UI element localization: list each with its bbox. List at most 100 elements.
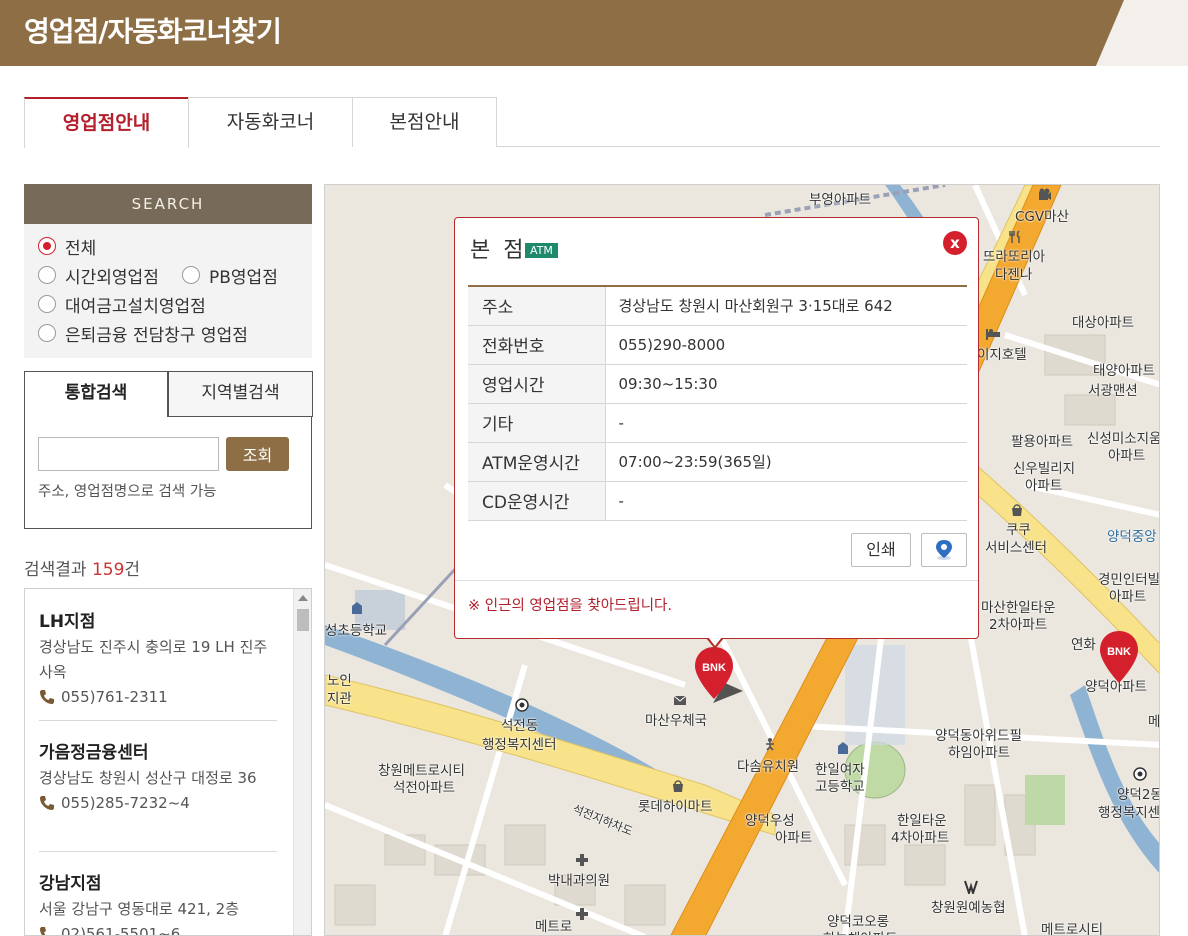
bnk-branch-marker[interactable]: BNK [1100,631,1140,687]
list-item[interactable]: 가음정금융센터 경상남도 창원시 성산구 대정로 36 055)285-7232… [39,738,277,812]
close-button[interactable]: x [943,231,967,255]
search-input[interactable] [38,437,219,471]
print-button[interactable]: 인쇄 [851,533,911,567]
phone-icon [40,927,50,935]
map-label: 뜨라또리아 [983,249,1046,265]
shop-icon [673,780,683,792]
map-label: 고등학교 [815,779,865,795]
page-header: 영업점/자동화코너찾기 [0,0,1188,66]
map-label: 마산우체국 [645,713,708,729]
branch-phone: 02)561-5501~6 [39,925,277,936]
tab-head-office[interactable]: 본점안내 [352,97,497,147]
restaurant-icon [1009,230,1020,243]
map-label: 아파트 [775,830,813,846]
filter-all[interactable]: 전체 [38,234,97,259]
tab-branch-info[interactable]: 영업점안내 [24,97,189,148]
map-label: 2차아파트 [989,617,1048,633]
map-label: 하늘채아파트 [823,927,898,935]
info-value: 07:00~23:59(365일) [605,442,967,482]
phone-icon [40,690,54,704]
map-label: 성초등학교 [325,623,388,639]
result-list-scrollbar[interactable] [293,589,311,935]
branch-phone-number: 02)561-5501~6 [61,925,181,936]
map-label: 대상아파트 [1072,315,1135,331]
post-office-icon [673,695,687,705]
result-count-number: 159 [91,560,125,580]
info-key: ATM운영시간 [468,442,606,482]
hospital-icon [576,854,588,866]
branch-info-table: 주소 경상남도 창원시 마산회원구 3·15대로 642 전화번호 055)29… [468,285,967,521]
map-label: 양덕중앙 [1107,529,1157,545]
map-label: 아파트 [1108,448,1146,464]
branch-name[interactable]: 가음정금융센터 [39,738,277,763]
map-label: 다솜유치원 [737,759,800,775]
table-row: 영업시간 09:30~15:30 [468,364,967,404]
popup-title: 본 점 [470,238,527,263]
radio-all[interactable] [38,237,56,255]
radio-safe-deposit[interactable] [38,295,56,313]
map-label: 메트로시티 [1041,922,1104,936]
filter-safe-deposit[interactable]: 대여금고설치영업점 [38,292,206,317]
filter-all-label: 전체 [65,238,97,259]
tab-atm-corner[interactable]: 자동화코너 [188,97,353,147]
map-label: 행정복지센터 [482,737,557,753]
map-label: 박내과의원 [548,873,611,889]
radio-pb[interactable] [182,266,200,284]
list-item[interactable]: 강남지점 서울 강남구 영동대로 421, 2층 02)561-5501~6 [39,869,277,936]
popup-pointer-inner [708,637,722,646]
map-label: 노인 [327,673,352,689]
bank-icon [964,880,978,894]
map-label: 양덕2동 [1117,787,1160,803]
tab-integrated-search[interactable]: 통합검색 [24,371,168,417]
map-label: 쿠쿠 [1006,522,1031,538]
branch-type-filter: 전체 시간외영업점 PB영업점 대여금고설치영업점 은퇴금융 전담창구 영업점 [24,224,312,358]
popup-divider [455,580,978,581]
map-label: 하임아파트 [948,745,1011,761]
table-row: 주소 경상남도 창원시 마산회원구 3·15대로 642 [468,286,967,326]
info-key: 전화번호 [468,325,606,365]
search-box: 통합검색 지역별검색 조회 주소, 영업점명으로 검색 가능 [24,371,313,529]
map-label: 지관 [327,691,352,707]
branch-phone: 055)761-2311 [39,688,277,706]
result-count: 검색결과 159건 [24,555,140,580]
info-value: - [605,481,967,521]
bnk-branch-marker[interactable]: BNK [695,647,755,705]
table-row: 전화번호 055)290-8000 [468,325,967,365]
map-label: CGV마산 [1015,209,1069,225]
list-item[interactable]: LH지점 경상남도 진주시 충의로 19 LH 진주사옥 055)761-231… [39,607,277,706]
filter-after-hours[interactable]: 시간외영업점 [38,263,159,288]
map-label: 다젠나 [995,267,1033,283]
info-value: 경상남도 창원시 마산회원구 3·15대로 642 [605,286,967,326]
filter-retirement-label: 은퇴금융 전담창구 영업점 [65,325,248,346]
filter-pb[interactable]: PB영업점 [182,263,278,288]
search-button[interactable]: 조회 [226,437,289,471]
info-key: 영업시간 [468,364,606,404]
filter-retirement[interactable]: 은퇴금융 전담창구 영업점 [38,321,248,346]
shop-icon [1012,504,1022,516]
tab-region-search[interactable]: 지역별검색 [168,371,313,417]
scroll-up-arrow-icon[interactable] [298,595,308,601]
branch-name[interactable]: 강남지점 [39,869,277,894]
main-tabs: 영업점안내 자동화코너 본점안내 [24,97,1160,148]
marker-label: BNK [1107,646,1131,658]
search-heading: SEARCH [24,184,312,224]
branch-phone-number: 055)285-7232~4 [61,794,190,812]
location-button[interactable] [921,533,967,567]
map-label: 부영아파트 [809,192,872,208]
branch-name[interactable]: LH지점 [39,607,277,632]
list-divider [39,851,277,852]
result-list: LH지점 경상남도 진주시 충의로 19 LH 진주사옥 055)761-231… [24,588,312,936]
branch-address: 경상남도 진주시 충의로 19 LH 진주사옥 [39,638,268,681]
info-key: 기타 [468,403,606,443]
map-label: 행정복지센 [1098,805,1160,821]
map-label: 서광맨션 [1088,383,1138,399]
government-office-icon [515,698,529,712]
school-icon [352,602,362,614]
map-label: 태양아파트 [1093,363,1156,379]
radio-after-hours[interactable] [38,266,56,284]
scroll-thumb[interactable] [297,609,309,631]
map-label: 팔용아파트 [1011,434,1074,450]
radio-retirement[interactable] [38,324,56,342]
map-label: 메트로 [535,919,573,935]
info-value: 09:30~15:30 [605,364,967,404]
